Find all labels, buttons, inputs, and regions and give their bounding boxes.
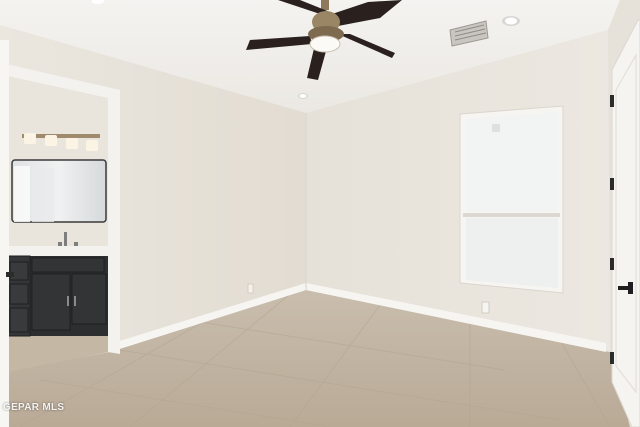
- left-door-edge: [0, 40, 9, 427]
- bedroom-photo: GEPAR MLS: [0, 0, 640, 427]
- vanity-cabinet: [7, 255, 108, 337]
- recessed-light-icon: [502, 16, 520, 26]
- wall-outlet: [247, 283, 254, 294]
- vanity-countertop: [8, 246, 108, 256]
- recessed-light-icon: [298, 93, 308, 99]
- closet-door: [610, 19, 640, 427]
- window: [459, 105, 564, 294]
- wall-outlet: [481, 301, 490, 314]
- room-illustration: [0, 0, 640, 427]
- watermark-text: GEPAR MLS: [3, 402, 65, 413]
